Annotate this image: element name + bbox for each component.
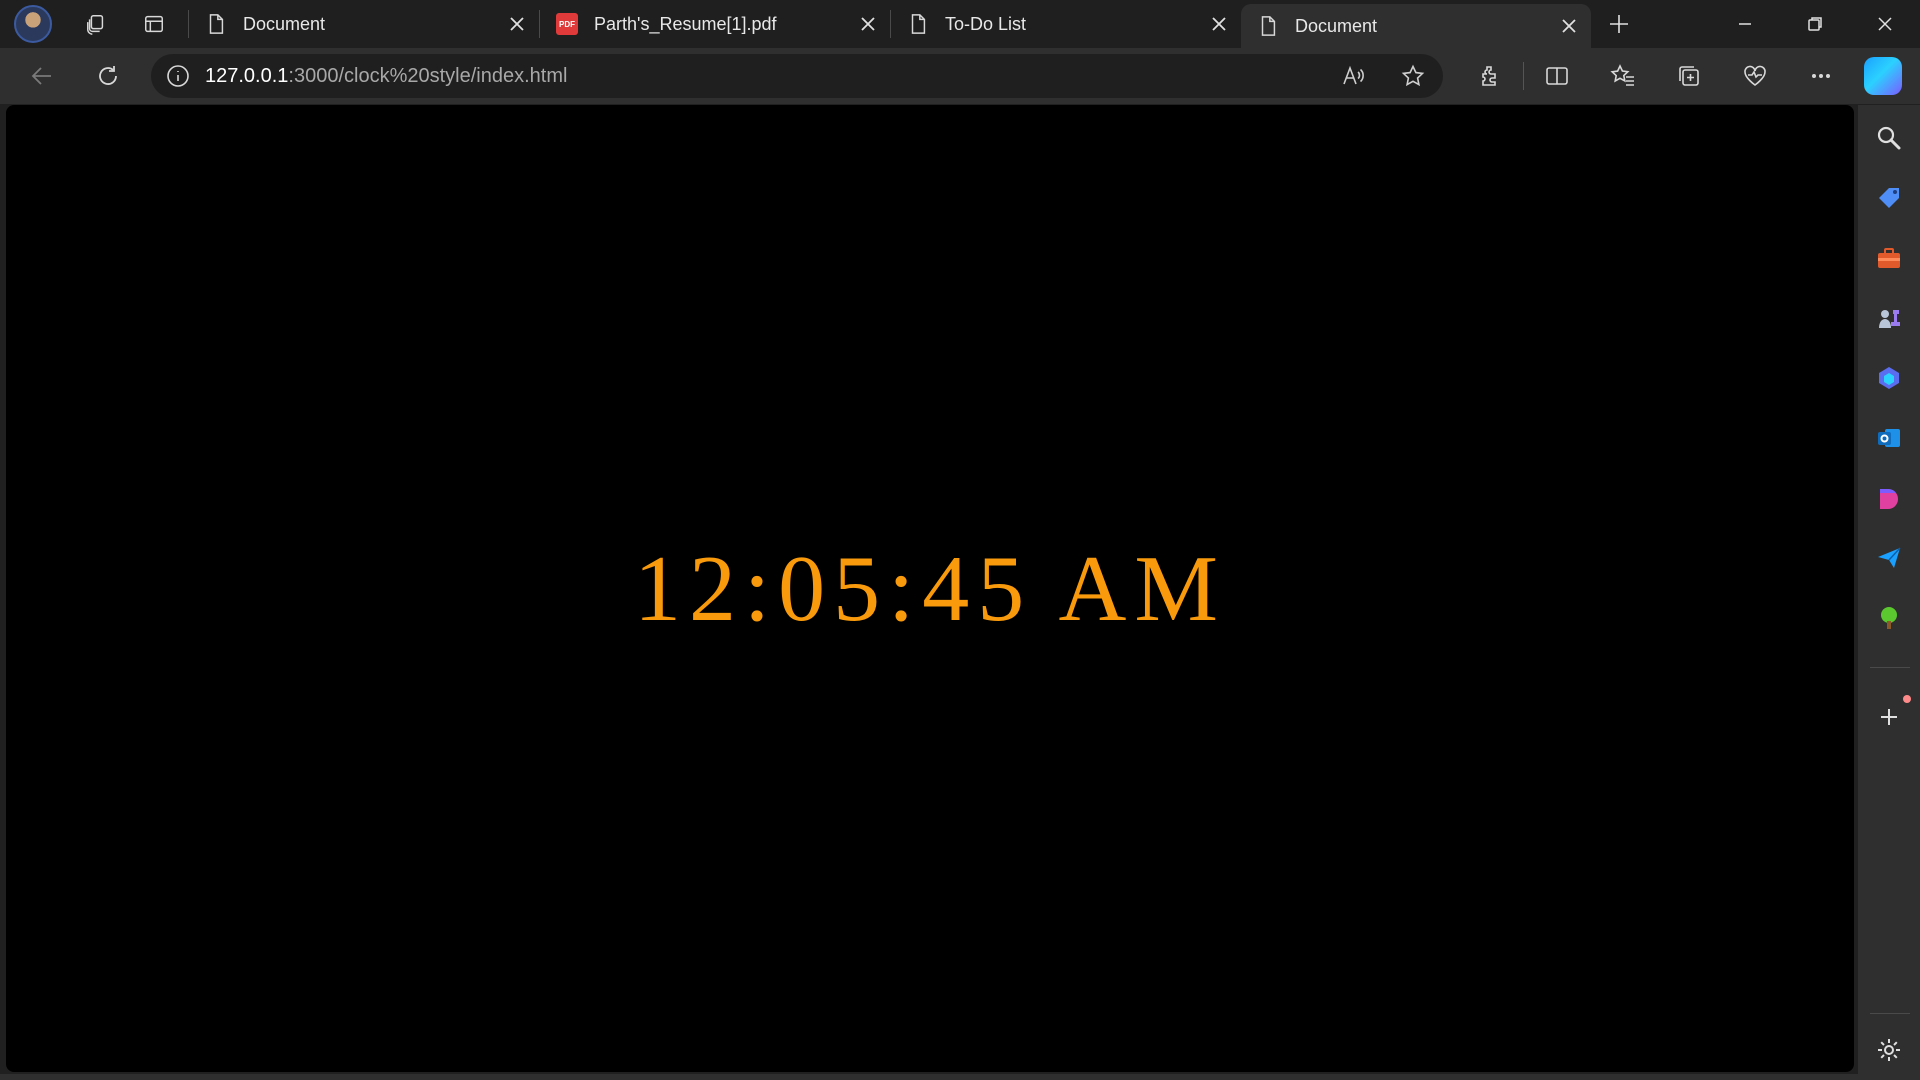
new-tab-button[interactable] [1591, 0, 1647, 48]
extensions-icon[interactable] [1457, 48, 1523, 104]
sidebar-separator [1870, 1013, 1910, 1014]
close-window-button[interactable] [1850, 0, 1920, 48]
close-icon[interactable] [499, 6, 535, 42]
back-button[interactable] [12, 48, 72, 104]
sidebar-separator [1870, 667, 1910, 668]
browser-essentials-icon[interactable] [1722, 48, 1788, 104]
search-icon[interactable] [1873, 122, 1905, 154]
tab-label: Document [243, 13, 326, 34]
more-options-icon[interactable] [1788, 48, 1854, 104]
page-viewport: 12:05:45 AM [6, 105, 1854, 1072]
refresh-button[interactable] [78, 48, 138, 104]
settings-icon[interactable] [1873, 1034, 1905, 1066]
tab-label: Parth's_Resume[1].pdf [594, 13, 777, 34]
profile-avatar[interactable] [14, 5, 52, 43]
copilot-sidebar-icon[interactable] [1873, 362, 1905, 394]
tab-document-1[interactable]: Document [189, 0, 539, 48]
vertical-tabs-icon[interactable] [130, 0, 178, 48]
address-bar[interactable]: 127.0.0.1:3000/clock%20style/index.html [151, 54, 1443, 98]
games-icon[interactable] [1873, 302, 1905, 334]
minimize-button[interactable] [1710, 0, 1780, 48]
outlook-icon[interactable] [1873, 422, 1905, 454]
close-icon[interactable] [850, 6, 886, 42]
split-screen-icon[interactable] [1524, 48, 1590, 104]
tab-todo-list[interactable]: To-Do List [891, 0, 1241, 48]
bottom-frame [0, 1074, 1858, 1080]
tab-label: Document [1295, 15, 1378, 36]
digital-clock: 12:05:45 AM [633, 536, 1226, 641]
window-controls [1710, 0, 1920, 48]
tab-document-active[interactable]: Document [1241, 4, 1591, 48]
browser-toolbar: 127.0.0.1:3000/clock%20style/index.html [0, 48, 1920, 104]
close-icon[interactable] [1551, 8, 1587, 44]
designer-icon[interactable] [1873, 482, 1905, 514]
pdf-icon: PDF [556, 13, 578, 35]
tree-icon[interactable] [1873, 602, 1905, 634]
toolbar-buttons [1457, 48, 1902, 104]
favorite-star-icon[interactable] [1383, 54, 1443, 98]
edge-sidebar [1858, 105, 1920, 1080]
shopping-tag-icon[interactable] [1873, 182, 1905, 214]
copilot-icon[interactable] [1864, 57, 1902, 95]
tab-label: To-Do List [945, 13, 1027, 34]
read-aloud-icon[interactable] [1323, 54, 1383, 98]
tab-bar: Document PDF Parth's_Resume[1].pdf To-Do… [0, 0, 1920, 48]
site-info-icon[interactable] [151, 64, 205, 88]
close-icon[interactable] [1201, 6, 1237, 42]
page-icon [1257, 15, 1279, 37]
page-icon [205, 13, 227, 35]
restore-button[interactable] [1780, 0, 1850, 48]
page-icon [907, 13, 929, 35]
favorites-icon[interactable] [1590, 48, 1656, 104]
toolbox-icon[interactable] [1873, 242, 1905, 274]
tab-resume-pdf[interactable]: PDF Parth's_Resume[1].pdf [540, 0, 890, 48]
workspaces-icon[interactable] [72, 0, 120, 48]
add-icon[interactable] [1873, 701, 1905, 733]
send-icon[interactable] [1873, 542, 1905, 574]
url-text[interactable]: 127.0.0.1:3000/clock%20style/index.html [205, 65, 1323, 88]
collections-icon[interactable] [1656, 48, 1722, 104]
notification-dot [1903, 695, 1911, 703]
